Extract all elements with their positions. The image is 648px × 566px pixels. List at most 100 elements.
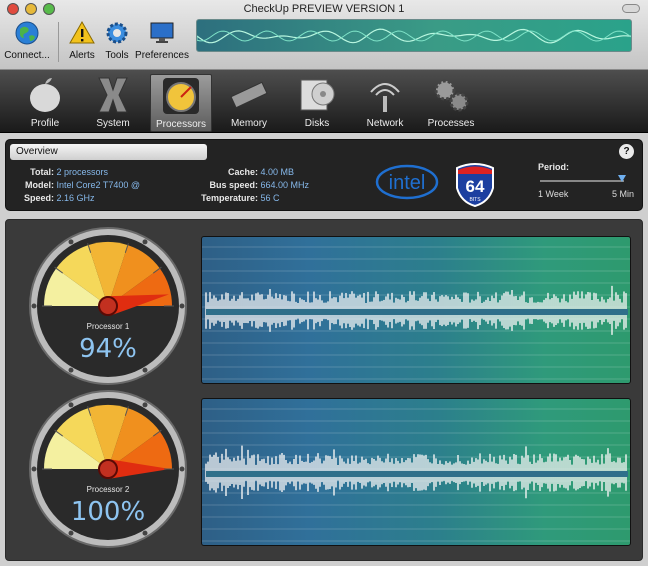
graph-midline bbox=[206, 309, 628, 315]
bus-speed-row: Bus speed: 664.00 MHz bbox=[170, 180, 309, 190]
speed-value: 2.16 GHz bbox=[56, 193, 95, 203]
period-label: Period: bbox=[538, 162, 570, 172]
memory-chip-icon bbox=[230, 81, 268, 109]
intel-logo-text: intel bbox=[389, 172, 426, 194]
bezel-screw bbox=[68, 402, 74, 408]
help-button[interactable]: ? bbox=[619, 144, 634, 159]
tab-processes[interactable]: Processes bbox=[420, 74, 482, 132]
period-min-label: 1 Week bbox=[538, 189, 569, 199]
bezel-screw bbox=[68, 367, 74, 373]
toolbar-toggle-button[interactable] bbox=[622, 4, 640, 13]
alerts-button[interactable]: Alerts bbox=[64, 20, 100, 61]
temperature-row: Temperature: 56 C bbox=[170, 193, 280, 203]
processor-gauge-icon bbox=[163, 78, 199, 114]
cache-label: Cache: bbox=[227, 167, 258, 177]
bus-speed-value: 664.00 MHz bbox=[260, 180, 310, 190]
gears-icon bbox=[434, 79, 469, 112]
slider-track bbox=[540, 180, 624, 182]
activity-bars bbox=[202, 408, 630, 542]
tab-label: Processors bbox=[155, 119, 206, 130]
bezel-screw bbox=[179, 466, 185, 472]
tab-network[interactable]: Network bbox=[354, 74, 416, 132]
processors-panel: Processor 1 94% Processor 2 100% bbox=[5, 219, 643, 561]
bus-speed-label: Bus speed: bbox=[209, 180, 258, 190]
cache-value: 4.00 MB bbox=[260, 167, 295, 177]
intel-logo: intel bbox=[375, 164, 439, 200]
alerts-label: Alerts bbox=[69, 50, 95, 61]
total-label: Total: bbox=[30, 167, 54, 177]
bezel-screw bbox=[68, 239, 74, 245]
preferences-button[interactable]: Preferences bbox=[134, 20, 190, 61]
globe-icon bbox=[15, 21, 39, 45]
tools-button[interactable]: Tools bbox=[101, 20, 133, 61]
disk-icon bbox=[300, 79, 335, 111]
bezel-screw bbox=[142, 367, 148, 373]
gauge-hub bbox=[98, 459, 118, 479]
monitor-icon bbox=[150, 22, 174, 43]
model-label: Model: bbox=[25, 180, 54, 190]
tab-label: Network bbox=[366, 118, 404, 129]
period-slider[interactable] bbox=[538, 175, 626, 187]
tab-label: Processes bbox=[427, 118, 475, 129]
alert-icon bbox=[69, 20, 95, 44]
cache-row: Cache: 4.00 MB bbox=[170, 167, 294, 177]
bezel-screw bbox=[31, 466, 37, 472]
temperature-label: Temperature: bbox=[201, 193, 258, 203]
processor-2-gauge: Processor 2 100% bbox=[28, 389, 188, 549]
model-row: Model: Intel Core2 T7400 @ bbox=[10, 180, 140, 190]
tab-label: Profile bbox=[30, 118, 60, 129]
apple-icon bbox=[30, 78, 60, 112]
tab-bar: Profile System Processors Memory Disks N… bbox=[0, 70, 648, 133]
total-value: 2 processors bbox=[56, 167, 109, 177]
title-bar: CheckUp PREVIEW VERSION 1 Connect... Ale… bbox=[0, 0, 648, 70]
processor-2-name: Processor 2 bbox=[86, 485, 130, 494]
os-x-icon bbox=[98, 77, 128, 113]
activity-bars bbox=[202, 246, 630, 380]
model-value: Intel Core2 T7400 @ bbox=[56, 180, 141, 190]
tab-processors[interactable]: Processors bbox=[150, 74, 212, 132]
app-window: CheckUp PREVIEW VERSION 1 Connect... Ale… bbox=[0, 0, 648, 566]
connect-button[interactable]: Connect... bbox=[3, 20, 51, 61]
bezel-screw bbox=[142, 530, 148, 536]
temperature-value: 56 C bbox=[260, 193, 280, 203]
bits-sub: BITS bbox=[469, 197, 481, 203]
preferences-label: Preferences bbox=[135, 50, 189, 61]
bezel-screw bbox=[31, 303, 37, 309]
processor-1-history-graph bbox=[201, 236, 631, 384]
gear-icon bbox=[106, 22, 128, 44]
bezel-screw bbox=[179, 303, 185, 309]
antenna-icon bbox=[370, 83, 400, 112]
64-bits-badge: 64 BITS bbox=[456, 163, 494, 208]
speed-row: Speed: 2.16 GHz bbox=[10, 193, 95, 203]
period-range: 1 Week 5 Min bbox=[538, 189, 634, 201]
tab-memory[interactable]: Memory bbox=[218, 74, 280, 132]
processor-1-gauge: Processor 1 94% bbox=[28, 226, 188, 386]
activity-wave-display bbox=[196, 19, 632, 52]
tools-label: Tools bbox=[105, 50, 129, 61]
tab-label: Disks bbox=[304, 118, 330, 129]
slider-thumb[interactable] bbox=[618, 175, 626, 182]
total-row: Total: 2 processors bbox=[10, 167, 108, 177]
period-max-label: 5 Min bbox=[611, 189, 634, 199]
gauge-hub bbox=[98, 296, 118, 316]
processor-2-history-graph bbox=[201, 398, 631, 546]
window-title: CheckUp PREVIEW VERSION 1 bbox=[243, 3, 405, 15]
speed-label: Speed: bbox=[23, 193, 54, 203]
connect-label: Connect... bbox=[4, 50, 50, 61]
bezel-screw bbox=[142, 402, 148, 408]
tab-disks[interactable]: Disks bbox=[286, 74, 348, 132]
tab-system[interactable]: System bbox=[82, 74, 144, 132]
bezel-screw bbox=[142, 239, 148, 245]
processor-2-percent: 100% bbox=[70, 497, 146, 527]
graph-midline bbox=[206, 471, 628, 477]
activity-wave bbox=[197, 28, 631, 44]
tab-profile[interactable]: Profile bbox=[14, 74, 76, 132]
tab-label: Memory bbox=[230, 118, 268, 129]
period-control: Period: 1 Week 5 Min bbox=[538, 162, 634, 201]
bits-number: 64 bbox=[466, 177, 485, 196]
overview-header[interactable]: Overview bbox=[10, 144, 207, 160]
bezel-screw bbox=[68, 530, 74, 536]
processor-1-name: Processor 1 bbox=[86, 322, 130, 331]
toolbar-separator bbox=[58, 22, 59, 62]
processor-1-percent: 94% bbox=[79, 334, 137, 364]
